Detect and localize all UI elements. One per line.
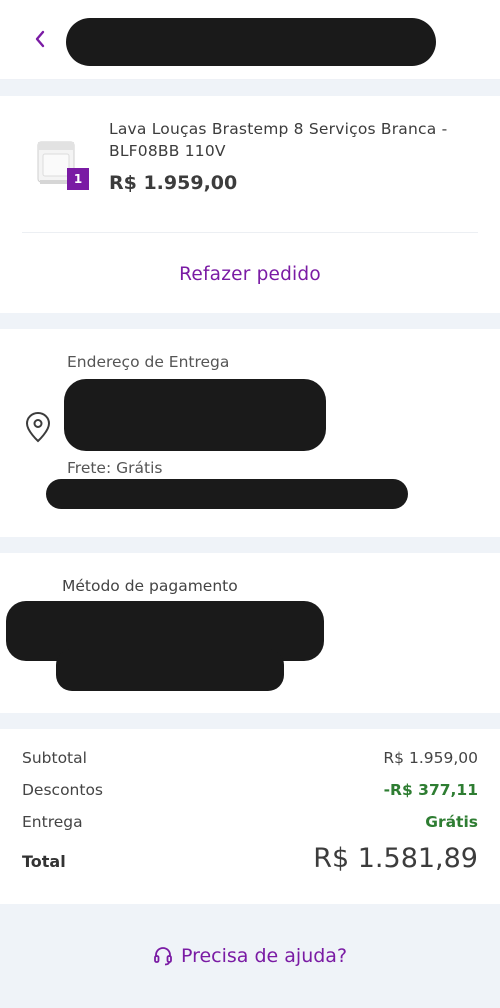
quantity-badge: 1 <box>67 168 89 190</box>
section-gap <box>0 313 500 329</box>
address-label: Endereço de Entrega <box>67 353 230 371</box>
discount-value: -R$ 377,11 <box>383 781 478 799</box>
reorder-button[interactable]: Refazer pedido <box>0 264 500 285</box>
subtotal-value: R$ 1.959,00 <box>383 749 478 767</box>
total-row: Total R$ 1.581,89 <box>22 843 478 874</box>
total-value: R$ 1.581,89 <box>313 843 478 874</box>
address-card: Endereço de Entrega Frete: Grátis <box>0 329 500 537</box>
section-gap <box>0 713 500 729</box>
product-price: R$ 1.959,00 <box>109 172 238 194</box>
header <box>0 0 500 80</box>
help-label: Precisa de ajuda? <box>180 945 348 967</box>
product-card: 1 Lava Louças Brastemp 8 Serviços Branca… <box>0 96 500 313</box>
section-gap <box>0 537 500 553</box>
back-button[interactable] <box>28 26 52 52</box>
total-label: Total <box>22 852 66 871</box>
redacted-delivery-date <box>46 479 408 509</box>
delivery-label: Entrega <box>22 813 83 831</box>
freight-info: Frete: Grátis <box>67 459 163 477</box>
chevron-left-icon <box>35 30 45 48</box>
subtotal-row: Subtotal R$ 1.959,00 <box>22 749 478 767</box>
payment-label: Método de pagamento <box>62 577 238 595</box>
delivery-value: Grátis <box>425 813 478 831</box>
delivery-row: Entrega Grátis <box>22 813 478 831</box>
product-name: Lava Louças Brastemp 8 Serviços Branca -… <box>109 120 448 160</box>
redacted-order-title <box>66 18 436 66</box>
section-gap <box>0 80 500 96</box>
headset-icon <box>154 947 172 966</box>
payment-card: Método de pagamento <box>0 553 500 713</box>
redacted-payment-detail <box>56 649 284 691</box>
redacted-address <box>64 379 326 451</box>
subtotal-label: Subtotal <box>22 749 87 767</box>
discount-label: Descontos <box>22 781 104 799</box>
help-button[interactable]: Precisa de ajuda? <box>0 904 500 1008</box>
discount-row: Descontos -R$ 377,11 <box>22 781 478 799</box>
location-pin-icon <box>25 411 51 443</box>
divider <box>22 232 478 233</box>
order-summary: Subtotal R$ 1.959,00 Descontos -R$ 377,1… <box>0 729 500 919</box>
